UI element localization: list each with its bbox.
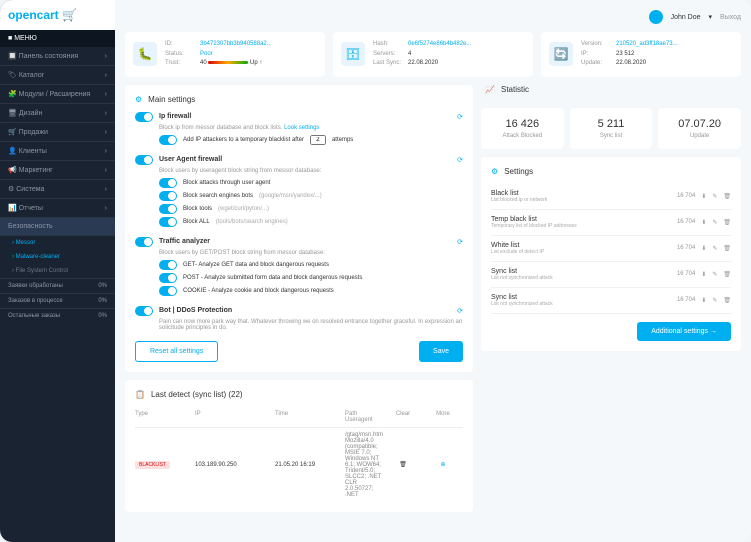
info-card-version: 🔄 Version:210520_ad3ff18ae73... IP:23 51… [541, 32, 741, 77]
toggle-get[interactable] [159, 260, 177, 270]
save-button[interactable]: Save [419, 341, 463, 362]
toggle-ddos[interactable] [135, 306, 153, 316]
toggle-ip-firewall[interactable] [135, 112, 153, 122]
chart-icon: 📈 [485, 85, 495, 94]
download-icon[interactable]: ⬇ [701, 193, 706, 200]
setting-traffic: Traffic analyzer⟳ Block users by GET/POS… [135, 237, 463, 296]
menu-item-security[interactable]: Безопасность [0, 218, 115, 236]
sync-icon: 🔄 [549, 42, 573, 66]
submenu-messor[interactable]: › Messor [0, 236, 115, 250]
menu-item-sales[interactable]: 🛒 Продажи› [0, 123, 115, 142]
menu-item-clients[interactable]: 👤 Клиенты› [0, 142, 115, 161]
toggle-add-attackers[interactable] [159, 135, 177, 145]
toggle-post[interactable] [159, 273, 177, 283]
toggle-block-bots[interactable] [159, 191, 177, 201]
info-card-hash: 🗄 Hash:0e6f5274e86b4b482e... Servers:4 L… [333, 32, 533, 77]
main-settings-panel: ⚙ Main settings Ip firewall⟳ Block ip fro… [125, 85, 473, 372]
setting-ip-firewall: Ip firewall⟳ Block ip from messor databa… [135, 112, 463, 145]
download-icon[interactable]: ⬇ [701, 271, 706, 278]
toggle-block-tools[interactable] [159, 204, 177, 214]
sidebar: opencart 🛒 ■ МЕНЮ 🔲 Панель состояния› 🏷 … [0, 0, 115, 542]
brand-logo: opencart 🛒 [0, 0, 115, 30]
settings-icon: ⚙ [135, 95, 142, 104]
additional-settings-button[interactable]: Additional settings → [637, 322, 731, 341]
toggle-block-all[interactable] [159, 217, 177, 227]
panel-title: Last detect (sync list) (22) [151, 390, 243, 399]
edit-icon[interactable]: ✎ [712, 271, 717, 278]
menu-item-modules[interactable]: 🧩 Модули / Расширения› [0, 85, 115, 104]
submenu-fsc[interactable]: › File System Control [0, 264, 115, 278]
delete-icon[interactable]: 🗑 [723, 193, 731, 200]
menu-item-reports[interactable]: 📊 Отчеты› [0, 199, 115, 218]
info-card-id: 🐛 ID:3b472307bb3b940588a2... Status:Poor… [125, 32, 325, 77]
user-name[interactable]: John Doe [671, 14, 701, 21]
more-icon[interactable]: ⊕ [441, 462, 446, 468]
download-icon[interactable]: ⬇ [701, 297, 706, 304]
main-content: John Doe▾ Выход 🐛 ID:3b472307bb3b940588a… [115, 0, 751, 542]
stat-card: 16 426Attack Blocked [481, 108, 564, 149]
list-item: Black listList blocked ip or network16 7… [491, 184, 731, 210]
logout-link[interactable]: Выход [720, 14, 741, 21]
delete-icon[interactable]: 🗑 [723, 219, 731, 226]
menu-item-system[interactable]: ⚙ Система› [0, 180, 115, 199]
list-item: Temp black listTemporary list of blocked… [491, 210, 731, 236]
refresh-icon[interactable]: ⟳ [457, 113, 463, 121]
download-icon[interactable]: ⬇ [701, 245, 706, 252]
reset-button[interactable]: Reset all settings [135, 341, 218, 362]
trust-bar [208, 61, 248, 64]
delete-icon[interactable]: 🗑 [723, 297, 731, 304]
list-item: White listList exclude of detect IP16 70… [491, 236, 731, 262]
toggle-cookie[interactable] [159, 286, 177, 296]
refresh-icon[interactable]: ⟳ [457, 307, 463, 315]
edit-icon[interactable]: ✎ [712, 297, 717, 304]
panel-title: Main settings [148, 95, 195, 104]
table-row: BLACKLIST 103.189.90.250 21.05.20 16:19 … [135, 428, 463, 502]
submenu-malware[interactable]: › Malware-cleaner [0, 250, 115, 264]
delete-icon[interactable]: 🗑 [399, 462, 407, 468]
settings-panel: ⚙Settings Black listList blocked ip or n… [481, 157, 741, 351]
refresh-icon[interactable]: ⟳ [457, 238, 463, 246]
info-cards: 🐛 ID:3b472307bb3b940588a2... Status:Poor… [125, 32, 741, 77]
toggle-ua-firewall[interactable] [135, 155, 153, 165]
menu-item-marketing[interactable]: 📢 Маркетинг› [0, 161, 115, 180]
edit-icon[interactable]: ✎ [712, 245, 717, 252]
toggle-traffic[interactable] [135, 237, 153, 247]
menu-item-catalog[interactable]: 🏷 Каталог› [0, 66, 115, 85]
list-item: Sync listList not synchronized attack16 … [491, 288, 731, 314]
delete-icon[interactable]: 🗑 [723, 271, 731, 278]
stat-card: 5 211Sync list [570, 108, 653, 149]
setting-ua-firewall: User Agent firewall⟳ Block users by user… [135, 155, 463, 227]
type-badge: BLACKLIST [135, 461, 170, 469]
edit-icon[interactable]: ✎ [712, 193, 717, 200]
gear-icon: ⚙ [491, 167, 498, 176]
delete-icon[interactable]: 🗑 [723, 245, 731, 252]
server-icon: 🗄 [341, 42, 365, 66]
refresh-icon[interactable]: ⟳ [457, 156, 463, 164]
avatar[interactable] [649, 10, 663, 24]
menu-item-design[interactable]: 🖥 Дизайн› [0, 104, 115, 123]
sidebar-stat: Остальные заказы0% [0, 308, 115, 323]
sidebar-stat: Заявки обработаны0% [0, 278, 115, 293]
bug-icon: 🐛 [133, 42, 157, 66]
stat-card: 07.07.20Update [658, 108, 741, 149]
statistic-section: 📈Statistic 16 426Attack Blocked 5 211Syn… [481, 85, 741, 149]
edit-icon[interactable]: ✎ [712, 219, 717, 226]
sidebar-stat: Заказов в процессе0% [0, 293, 115, 308]
table-header: TypeIPTimePath UseragentClearMore [135, 407, 463, 428]
attempts-input[interactable] [310, 135, 326, 145]
list-item: Sync listList not synchronized attack16 … [491, 262, 731, 288]
download-icon[interactable]: ⬇ [701, 219, 706, 226]
last-detect-panel: 📋 Last detect (sync list) (22) TypeIPTime… [125, 380, 473, 512]
menu-item-dashboard[interactable]: 🔲 Панель состояния› [0, 47, 115, 66]
menu-header: ■ МЕНЮ [0, 30, 115, 47]
setting-ddos: Bot | DDoS Protection⟳ Pain can now more… [135, 306, 463, 331]
list-icon: 📋 [135, 390, 145, 399]
topbar: John Doe▾ Выход [125, 10, 741, 24]
toggle-block-ua[interactable] [159, 178, 177, 188]
